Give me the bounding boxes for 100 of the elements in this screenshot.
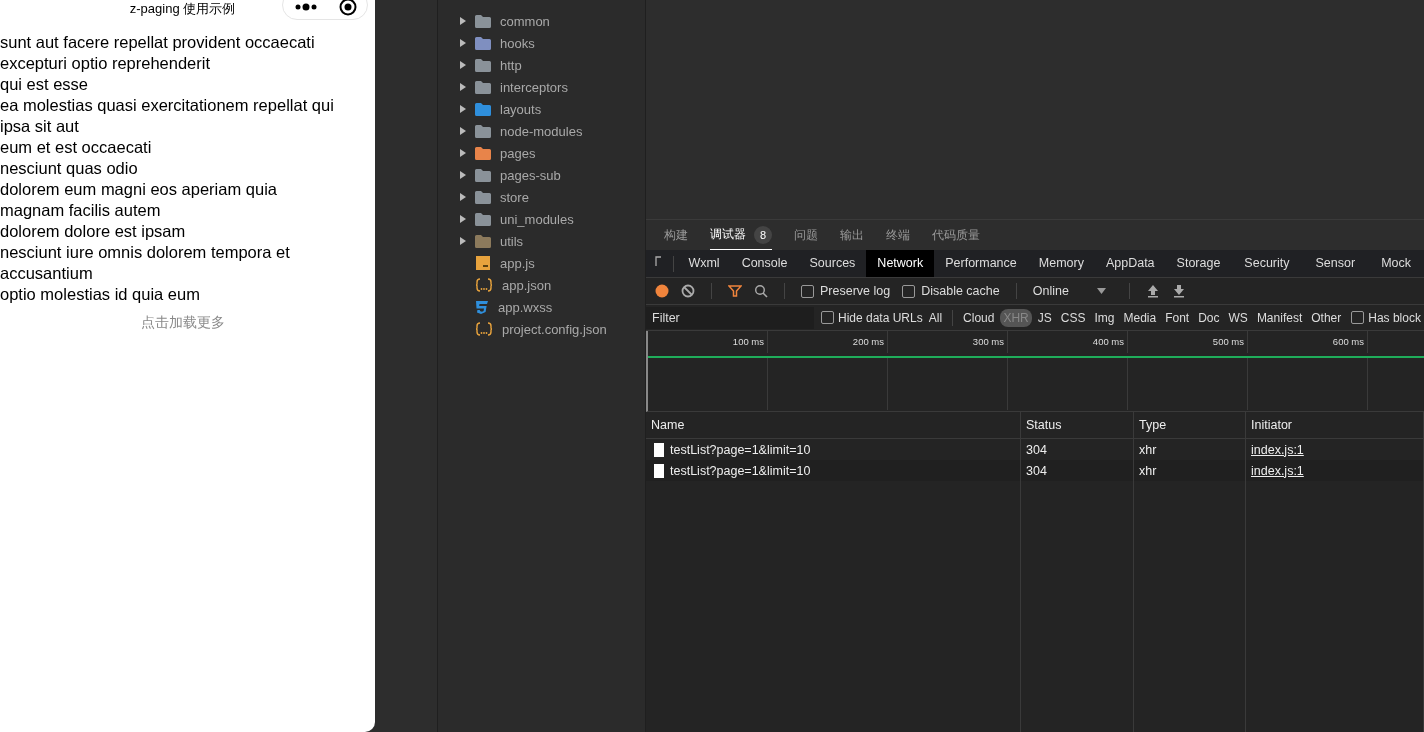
list-item: eum et est occaecati (0, 137, 153, 158)
type-filter-button[interactable]: Manifest (1253, 308, 1306, 327)
tick-label: 600 ms (1332, 336, 1364, 347)
column-header[interactable]: Status (1021, 412, 1134, 438)
file-tree-item[interactable]: common (500, 13, 550, 29)
expand-caret-icon[interactable] (460, 215, 466, 223)
table-cell: 304 (1026, 463, 1047, 478)
expand-caret-icon[interactable] (460, 83, 466, 91)
type-filter-button[interactable]: Other (1308, 308, 1345, 327)
document-icon (654, 463, 664, 478)
devtools-tab[interactable]: Wxml (677, 250, 731, 277)
table-cell[interactable]: testList?page=1&limit=10 (670, 463, 811, 478)
css-file-icon (475, 299, 489, 315)
checkbox-label: Preserve log (820, 284, 891, 298)
checkbox[interactable] (902, 284, 916, 298)
record-icon[interactable] (655, 284, 669, 298)
table-cell: xhr (1139, 463, 1157, 478)
tick-label: 500 ms (1212, 336, 1244, 347)
tick-label: 200 ms (852, 336, 884, 347)
devtools-tab[interactable]: Mock (1368, 250, 1424, 277)
expand-caret-icon[interactable] (460, 149, 466, 157)
dropdown-icon (1096, 288, 1106, 294)
panel-tab[interactable]: 输出 (840, 220, 864, 250)
devtools-tab[interactable]: Memory (1027, 250, 1095, 277)
filter-field[interactable]: Filter (646, 306, 814, 329)
list-item: dolorem dolore est ipsam (0, 221, 187, 242)
type-filter-button[interactable]: Doc (1195, 308, 1223, 327)
type-filter-button[interactable]: All (925, 308, 946, 327)
column-header[interactable]: Type (1134, 412, 1246, 438)
devtools-tab[interactable]: Console (730, 250, 799, 277)
devtools-tab[interactable]: Performance (934, 250, 1028, 277)
tick-label: 300 ms (972, 336, 1004, 347)
expand-caret-icon[interactable] (460, 127, 466, 135)
expand-caret-icon[interactable] (460, 105, 466, 113)
devtools-tab[interactable]: Security (1231, 250, 1303, 277)
expand-caret-icon[interactable] (460, 17, 466, 25)
json-file-icon (475, 278, 493, 292)
file-tree-item[interactable]: pages-sub (500, 167, 561, 183)
table-cell: xhr (1139, 442, 1157, 457)
clear-icon[interactable] (681, 284, 695, 298)
file-tree-item[interactable]: pages (500, 145, 536, 161)
load-more-link[interactable]: 点击加载更多 (140, 314, 225, 330)
list-item: qui est esse (0, 74, 90, 95)
expand-caret-icon[interactable] (460, 61, 466, 69)
document-icon (654, 442, 664, 457)
devtools-tab[interactable]: Storage (1165, 250, 1232, 277)
expand-caret-icon[interactable] (460, 237, 466, 245)
type-filter-button[interactable]: Cloud (960, 308, 998, 327)
filter-icon[interactable] (728, 284, 742, 298)
devtools-tab[interactable]: Sources (798, 250, 867, 277)
checkbox[interactable] (821, 311, 834, 324)
table-cell[interactable]: testList?page=1&limit=10 (670, 442, 811, 457)
file-tree-item[interactable]: project.config.json (502, 321, 607, 337)
upload-icon[interactable] (1145, 284, 1160, 298)
column-header[interactable]: Name (646, 412, 1021, 438)
list-item: dolorem eum magni eos aperiam quia (0, 179, 278, 200)
json-file-icon (475, 322, 493, 336)
checkbox[interactable] (1351, 311, 1365, 324)
file-tree-item[interactable]: http (500, 57, 522, 73)
type-filter-button[interactable]: Font (1162, 308, 1193, 327)
type-filter-button[interactable]: Media (1120, 308, 1160, 327)
file-tree-item[interactable]: hooks (500, 35, 535, 51)
checkbox-label: Has block (1368, 310, 1421, 325)
count-badge: 8 (754, 225, 772, 244)
checkbox[interactable] (801, 284, 814, 298)
type-filter-button[interactable]: WS (1225, 308, 1251, 327)
expand-caret-icon[interactable] (460, 39, 466, 47)
panel-tab[interactable]: 代码质量 (932, 220, 980, 250)
file-tree-item[interactable]: node-modules (500, 123, 583, 139)
panel-tab[interactable]: 问题 (794, 220, 818, 250)
file-tree-item[interactable]: app.json (502, 277, 552, 293)
devtools-tab[interactable]: Sensor (1302, 250, 1369, 277)
list-item: optio molestias id quia eum (0, 284, 201, 305)
tick-label: 400 ms (1092, 336, 1124, 347)
type-filter-button[interactable]: CSS (1057, 308, 1089, 327)
column-header[interactable]: Initiator (1246, 412, 1424, 438)
file-tree-item[interactable]: uni_modules (500, 211, 574, 227)
initiator-link[interactable]: index.js:1 (1251, 442, 1304, 457)
panel-tab[interactable]: 终端 (886, 220, 910, 250)
file-tree-item[interactable]: store (500, 189, 529, 205)
checkbox-label: Hide data URLs (838, 310, 923, 325)
search-icon[interactable] (754, 284, 768, 298)
initiator-link[interactable]: index.js:1 (1251, 463, 1304, 478)
file-tree-item[interactable]: utils (500, 233, 524, 249)
list-item: nesciunt quas odio (0, 158, 139, 179)
devtools-tab[interactable]: Network (866, 250, 935, 277)
devtools-tab[interactable]: AppData (1094, 250, 1166, 277)
type-filter-button[interactable]: JS (1034, 308, 1055, 327)
page-title: z-paging 使用示例 (129, 0, 236, 18)
type-filter-button[interactable]: Img (1091, 308, 1118, 327)
file-tree-item[interactable]: interceptors (500, 79, 568, 95)
throttle-select[interactable]: Online (1032, 284, 1113, 298)
download-icon[interactable] (1171, 284, 1186, 298)
file-tree-item[interactable]: layouts (500, 101, 542, 117)
file-tree-item[interactable]: app.wxss (498, 299, 553, 315)
file-tree-item[interactable]: app.js (500, 255, 535, 271)
tick-label: 100 ms (732, 336, 764, 347)
panel-tab[interactable]: 构建 (664, 220, 688, 250)
expand-caret-icon[interactable] (460, 171, 466, 179)
expand-caret-icon[interactable] (460, 193, 466, 201)
